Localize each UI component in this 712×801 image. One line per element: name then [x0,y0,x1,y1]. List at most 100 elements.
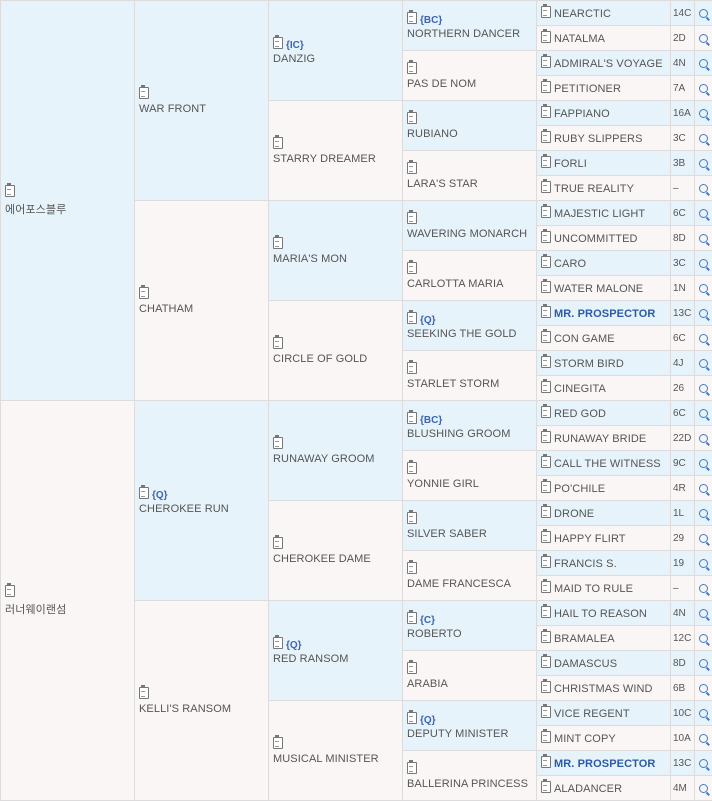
ancestor-name[interactable]: DEPUTY MINISTER [407,728,532,740]
clipboard-icon[interactable] [139,287,149,299]
gen5-ancestor[interactable]: RUNAWAY BRIDE [537,426,671,451]
gen5-ancestor[interactable]: DRONE [537,501,671,526]
clipboard-icon[interactable] [407,462,417,474]
magnifier-icon[interactable] [699,434,708,443]
gen5-ancestor[interactable]: MR. PROSPECTOR [537,751,671,776]
clipboard-icon[interactable] [541,581,551,593]
clipboard-icon[interactable] [139,687,149,699]
gen5-ancestor[interactable]: STORM BIRD [537,351,671,376]
gen5-ancestor[interactable]: RUBY SLIPPERS [537,126,671,151]
magnifier-icon[interactable] [699,409,708,418]
clipboard-icon[interactable] [407,412,417,424]
ancestor-name[interactable]: WAR FRONT [139,103,264,115]
ancestor-name[interactable]: STORM BIRD [554,358,624,370]
ancestor-name[interactable]: STARRY DREAMER [273,153,398,165]
ancestor-name[interactable]: MARIA'S MON [273,253,398,265]
magnifier-icon[interactable] [699,734,708,743]
ancestor-name[interactable]: YONNIE GIRL [407,478,532,490]
magnifier-icon[interactable] [699,209,708,218]
gen3-ancestor[interactable]: STARRY DREAMER [269,101,403,201]
search-cell[interactable] [695,176,712,201]
gen5-ancestor[interactable]: MINT COPY [537,726,671,751]
gen5-ancestor[interactable]: RED GOD [537,401,671,426]
ancestor-name[interactable]: PETITIONER [554,83,621,95]
magnifier-icon[interactable] [699,109,708,118]
gen5-ancestor[interactable]: MR. PROSPECTOR [537,301,671,326]
ancestor-name[interactable]: PO'CHILE [554,483,605,495]
search-cell[interactable] [695,151,712,176]
search-cell[interactable] [695,426,712,451]
gen5-ancestor[interactable]: CHRISTMAS WIND [537,676,671,701]
gen5-ancestor[interactable]: MAJESTIC LIGHT [537,201,671,226]
clipboard-icon[interactable] [407,12,417,24]
clipboard-icon[interactable] [273,637,283,649]
search-cell[interactable] [695,501,712,526]
search-cell[interactable] [695,526,712,551]
clipboard-icon[interactable] [273,237,283,249]
clipboard-icon[interactable] [541,331,551,343]
gen1-ancestor[interactable]: 에어포스블루 [1,1,135,401]
search-cell[interactable] [695,601,712,626]
clipboard-icon[interactable] [273,537,283,549]
ancestor-name[interactable]: ADMIRAL'S VOYAGE [554,58,663,70]
magnifier-icon[interactable] [699,534,708,543]
gen2-ancestor[interactable]: WAR FRONT [135,1,269,201]
gen3-ancestor[interactable]: MARIA'S MON [269,201,403,301]
search-cell[interactable] [695,651,712,676]
search-cell[interactable] [695,226,712,251]
gen5-ancestor[interactable]: FORLI [537,151,671,176]
magnifier-icon[interactable] [699,34,708,43]
gen4-ancestor[interactable]: CARLOTTA MARIA [403,251,537,301]
gen5-ancestor[interactable]: FRANCIS S. [537,551,671,576]
gen3-ancestor[interactable]: RUNAWAY GROOM [269,401,403,501]
gen5-ancestor[interactable]: CON GAME [537,326,671,351]
ancestor-name[interactable]: ARABIA [407,678,532,690]
gen4-ancestor[interactable]: {C}ROBERTO [403,601,537,651]
search-cell[interactable] [695,401,712,426]
clipboard-icon[interactable] [273,137,283,149]
ancestor-name[interactable]: MUSICAL MINISTER [273,753,398,765]
gen5-ancestor[interactable]: DAMASCUS [537,651,671,676]
ancestor-name[interactable]: NATALMA [554,33,605,45]
magnifier-icon[interactable] [699,784,708,793]
ancestor-name[interactable]: CINEGITA [554,383,606,395]
magnifier-icon[interactable] [699,234,708,243]
magnifier-icon[interactable] [699,584,708,593]
ancestor-name[interactable]: CARLOTTA MARIA [407,278,532,290]
search-cell[interactable] [695,726,712,751]
search-cell[interactable] [695,351,712,376]
clipboard-icon[interactable] [407,62,417,74]
ancestor-name[interactable]: RED RANSOM [273,653,398,665]
clipboard-icon[interactable] [541,356,551,368]
clipboard-icon[interactable] [541,456,551,468]
ancestor-name[interactable]: DRONE [554,508,594,520]
gen3-ancestor[interactable]: CHEROKEE DAME [269,501,403,601]
clipboard-icon[interactable] [541,131,551,143]
magnifier-icon[interactable] [699,284,708,293]
gen4-ancestor[interactable]: YONNIE GIRL [403,451,537,501]
magnifier-icon[interactable] [699,259,708,268]
clipboard-icon[interactable] [541,181,551,193]
ancestor-name[interactable]: DANZIG [273,53,398,65]
gen4-ancestor[interactable]: ARABIA [403,651,537,701]
gen4-ancestor[interactable]: LARA'S STAR [403,151,537,201]
search-cell[interactable] [695,626,712,651]
gen2-ancestor[interactable]: KELLI'S RANSOM [135,601,269,801]
ancestor-name[interactable]: UNCOMMITTED [554,233,638,245]
search-cell[interactable] [695,101,712,126]
ancestor-name[interactable]: CHEROKEE RUN [139,503,264,515]
clipboard-icon[interactable] [407,262,417,274]
ancestor-name[interactable]: DAME FRANCESCA [407,578,532,590]
ancestor-name[interactable]: NORTHERN DANCER [407,28,532,40]
search-cell[interactable] [695,301,712,326]
clipboard-icon[interactable] [407,712,417,724]
clipboard-icon[interactable] [541,256,551,268]
clipboard-icon[interactable] [541,306,551,318]
search-cell[interactable] [695,201,712,226]
search-cell[interactable] [695,76,712,101]
gen5-ancestor[interactable]: ADMIRAL'S VOYAGE [537,51,671,76]
ancestor-name[interactable]: MR. PROSPECTOR [554,758,655,770]
ancestor-name[interactable]: LARA'S STAR [407,178,532,190]
ancestor-name[interactable]: NEARCTIC [554,8,611,20]
magnifier-icon[interactable] [699,334,708,343]
